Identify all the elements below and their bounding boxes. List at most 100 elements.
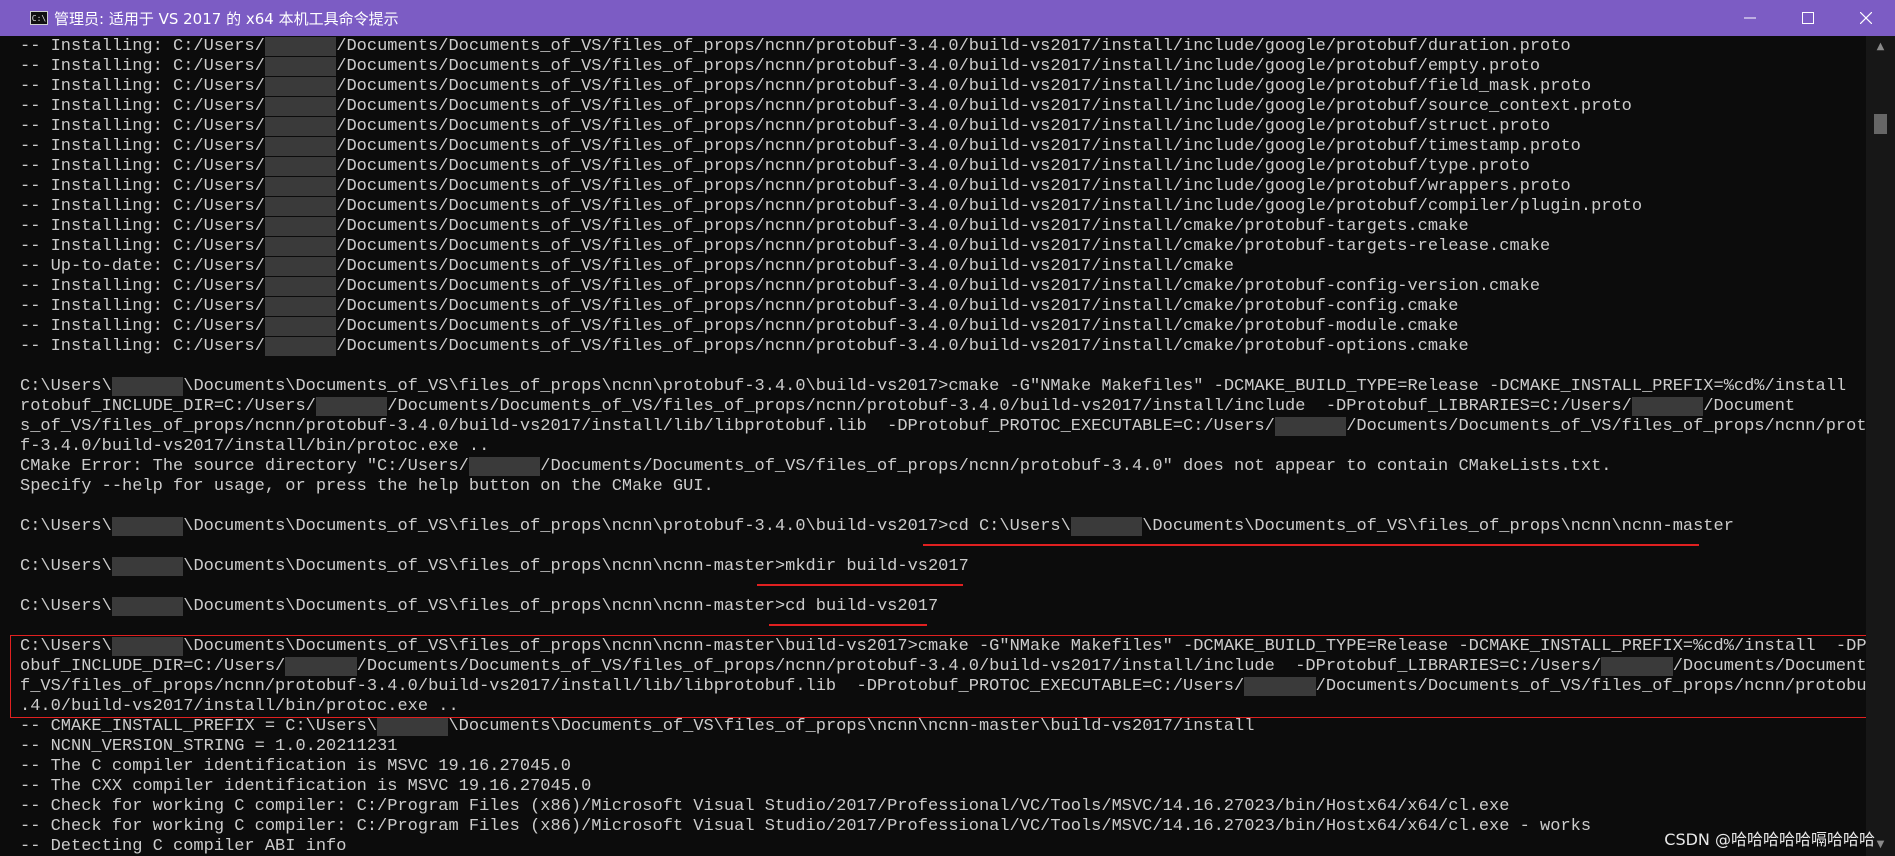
window-title: 管理员: 适用于 VS 2017 的 x64 本机工具命令提示 (54, 9, 399, 28)
console-text: -- Installing: C:/Users/ (20, 57, 265, 76)
maximize-icon (1802, 12, 1814, 24)
annotation-box-cmake-command (10, 635, 1866, 718)
console-text: -- Installing: C:/Users/ (20, 37, 265, 56)
title-bar[interactable]: C:\ 管理员: 适用于 VS 2017 的 x64 本机工具命令提示 (0, 0, 1895, 36)
console-text: -- Installing: C:/Users/ (20, 97, 265, 116)
redacted-username (264, 317, 337, 336)
console-line: rotobuf_INCLUDE_DIR=C:/Users/ /Documents… (20, 397, 1866, 417)
console-line: CMake Error: The source directory "C:/Us… (20, 457, 1866, 477)
console-text: \Documents\Documents_of_VS\files_of_prop… (183, 517, 1071, 536)
console-line: -- Installing: C:/Users/ /Documents/Docu… (20, 337, 1866, 357)
console-text: /Documents/Documents_of_VS/files_of_prop… (336, 277, 1541, 296)
console-text: -- Installing: C:/Users/ (20, 157, 265, 176)
console-line: -- Check for working C compiler: C:/Prog… (20, 817, 1866, 837)
console-text: -- Installing: C:/Users/ (20, 317, 265, 336)
console-line: -- CMAKE_INSTALL_PREFIX = C:\Users\ \Doc… (20, 717, 1866, 737)
redacted-username (264, 117, 337, 136)
redacted-username (264, 257, 337, 276)
console-line: -- Installing: C:/Users/ /Documents/Docu… (20, 117, 1866, 137)
maximize-button[interactable] (1779, 0, 1837, 36)
console-line: C:\Users\ \Documents\Documents_of_VS\fil… (20, 557, 1866, 577)
annotation-underline-cd-build (769, 624, 927, 626)
console-text: -- Installing: C:/Users/ (20, 137, 265, 156)
console-line: -- Installing: C:/Users/ /Documents/Docu… (20, 197, 1866, 217)
console-text: C:\Users\ (20, 377, 112, 396)
console-text: /Documents/Documents_of_VS/files_of_prop… (336, 297, 1459, 316)
redacted-username (264, 277, 337, 296)
annotation-underline-cd-ncnn (923, 544, 1699, 546)
console-line: f-3.4.0/build-vs2017/install/bin/protoc.… (20, 437, 1866, 457)
console-text: /Documents/Documents_of_VS/files_of_prop… (336, 37, 1571, 56)
console-text: /Documents/Documents_of_VS/files_of_prop… (336, 237, 1551, 256)
redacted-username (377, 717, 449, 736)
console-text: -- NCNN_VERSION_STRING = 1.0.20211231 (20, 737, 398, 756)
console-text: /Documents/Documents_of_VS/files_of_prop… (387, 397, 1632, 416)
console-line: -- Installing: C:/Users/ /Documents/Docu… (20, 177, 1866, 197)
redacted-username (1631, 397, 1704, 416)
console-text: -- Up-to-date: C:/Users/ (20, 257, 265, 276)
console-line: C:\Users\ \Documents\Documents_of_VS\fil… (20, 597, 1866, 617)
console-text: /Documents/Documents_of_VS/files_of_prop… (336, 197, 1643, 216)
console-text: /Documents/Documents_of_VS/files_of_prop… (336, 177, 1571, 196)
redacted-username (264, 337, 337, 356)
console-text: CMake Error: The source directory "C:/Us… (20, 457, 469, 476)
console-text: -- Installing: C:/Users/ (20, 337, 265, 356)
console-text: /Documents/Documents_of_VS/files_of_prop… (336, 317, 1459, 336)
console-text: /Documents/Documents_of_VS/files_of_prop… (336, 97, 1632, 116)
console-line: -- The C compiler identification is MSVC… (20, 757, 1866, 777)
console-text: /Documents/Documents_of_VS/files_of_prop… (336, 257, 1235, 276)
console-line: C:\Users\ \Documents\Documents_of_VS\fil… (20, 517, 1866, 537)
redacted-username (264, 57, 337, 76)
console-text: C:\Users\ (20, 597, 112, 616)
console-output[interactable]: -- Installing: C:/Users/ /Documents/Docu… (0, 36, 1866, 856)
console-text: -- Installing: C:/Users/ (20, 117, 265, 136)
redacted-username (468, 457, 541, 476)
csdn-watermark: CSDN @哈哈哈哈哈嗝哈哈哈 (1664, 830, 1875, 849)
console-lines: -- Installing: C:/Users/ /Documents/Docu… (20, 37, 1866, 856)
minimize-button[interactable] (1721, 0, 1779, 36)
console-text: -- Installing: C:/Users/ (20, 77, 265, 96)
console-line: -- Installing: C:/Users/ /Documents/Docu… (20, 317, 1866, 337)
window-controls (1721, 0, 1895, 36)
console-line: C:\Users\ \Documents\Documents_of_VS\fil… (20, 377, 1866, 397)
close-button[interactable] (1837, 0, 1895, 36)
console-text: /Documents/Documents_of_VS/files_of_prop… (540, 457, 1612, 476)
console-text: /Document (1703, 397, 1796, 416)
scroll-up-icon[interactable]: ▲ (1866, 36, 1895, 58)
console-text: \Documents\Documents_of_VS\files_of_prop… (1142, 517, 1734, 536)
console-text: C:\Users\ (20, 557, 112, 576)
minimize-icon (1744, 17, 1756, 19)
console-text: /Documents/Documents_of_VS/files_of_prop… (336, 217, 1469, 236)
console-text: /Documents/Documents_of_VS/files_of_prop… (336, 337, 1469, 356)
redacted-username (315, 397, 388, 416)
console-text: rotobuf_INCLUDE_DIR=C:/Users/ (20, 397, 316, 416)
console-line: -- Installing: C:/Users/ /Documents/Docu… (20, 217, 1866, 237)
console-line: -- Installing: C:/Users/ /Documents/Docu… (20, 37, 1866, 57)
redacted-username (264, 177, 337, 196)
console-text: s_of_VS/files_of_props/ncnn/protobuf-3.4… (20, 417, 1275, 436)
console-text: -- Check for working C compiler: C:/Prog… (20, 817, 1592, 836)
console-text: -- Detecting C compiler ABI info (20, 837, 347, 856)
console-line: -- Installing: C:/Users/ /Documents/Docu… (20, 237, 1866, 257)
console-text: /Documents/Documents_of_VS/files_of_prop… (336, 137, 1581, 156)
redacted-username (1070, 517, 1143, 536)
redacted-username (264, 37, 337, 56)
console-text: Specify --help for usage, or press the h… (20, 477, 714, 496)
vertical-scrollbar[interactable]: ▲ ▼ (1866, 36, 1895, 856)
console-text: f-3.4.0/build-vs2017/install/bin/protoc.… (20, 437, 490, 456)
console-line: -- Installing: C:/Users/ /Documents/Docu… (20, 77, 1866, 97)
redacted-username (111, 597, 184, 616)
console-text: \Documents\Documents_of_VS\files_of_prop… (183, 557, 969, 576)
console-text: /Documents/Documents_of_VS/files_of_prop… (336, 157, 1530, 176)
redacted-username (264, 197, 337, 216)
console-line: -- Installing: C:/Users/ /Documents/Docu… (20, 297, 1866, 317)
redacted-username (111, 517, 184, 536)
redacted-username (264, 77, 337, 96)
console-text: -- The CXX compiler identification is MS… (20, 777, 592, 796)
scrollbar-thumb[interactable] (1874, 114, 1887, 134)
redacted-username (264, 137, 337, 156)
